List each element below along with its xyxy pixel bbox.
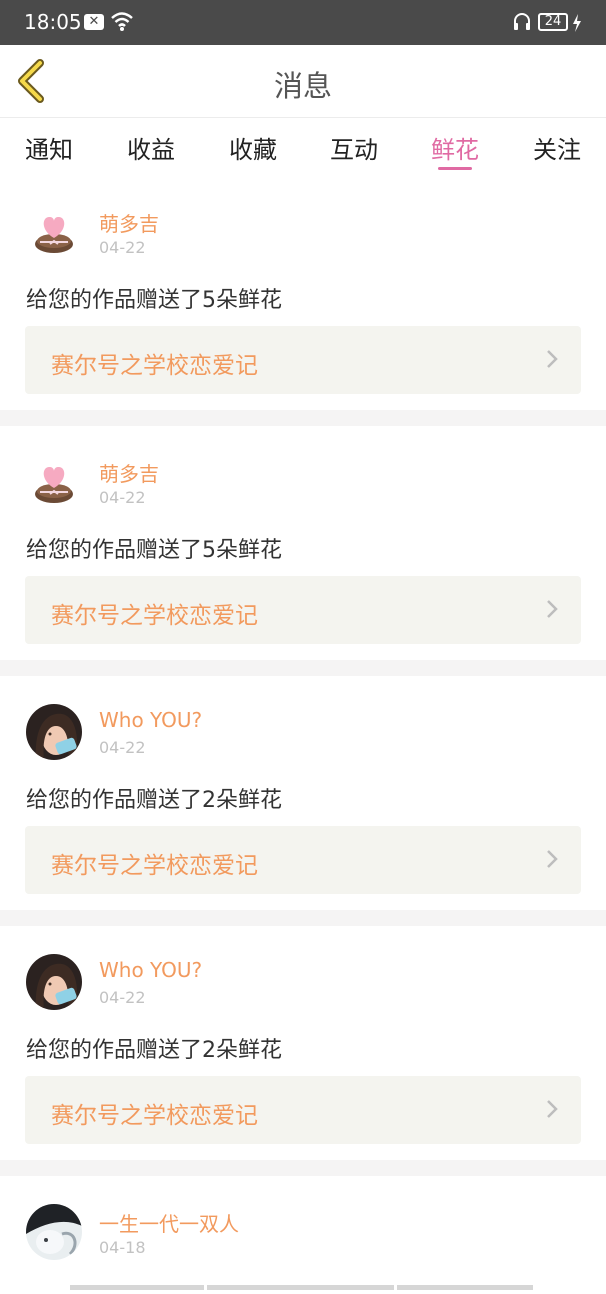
chevron-right-icon: [547, 350, 558, 368]
username[interactable]: 萌多吉: [99, 208, 159, 237]
work-link[interactable]: 赛尔号之学校恋爱记: [25, 1076, 581, 1144]
notification-x-icon: ✕: [84, 14, 104, 30]
battery-icon: 24: [538, 13, 568, 31]
chevron-right-icon: [547, 850, 558, 868]
girl-photo-avatar[interactable]: [26, 704, 82, 760]
charging-bolt-icon: [573, 14, 581, 32]
heart-cake-avatar[interactable]: [26, 454, 82, 510]
tab-flowers[interactable]: 鲜花: [415, 130, 495, 165]
message-card: 一生一代一双人 04-18: [0, 1176, 606, 1280]
tab-interaction[interactable]: 互动: [314, 130, 394, 165]
message-text: 给您的作品赠送了5朵鲜花: [26, 288, 282, 313]
message-card: Who YOU? 04-22 给您的作品赠送了2朵鲜花 赛尔号之学校恋爱记: [0, 676, 606, 910]
chevron-right-icon: [547, 1100, 558, 1118]
tab-notice[interactable]: 通知: [9, 130, 89, 165]
girl-photo-avatar[interactable]: [26, 954, 82, 1010]
active-tab-indicator: [438, 167, 472, 170]
status-time: 18:05: [24, 10, 82, 34]
work-title: 赛尔号之学校恋爱记: [51, 353, 258, 379]
title-bar: 消息: [0, 45, 606, 118]
headphones-icon: [514, 13, 530, 30]
tab-bar: 通知 收益 收藏 互动 鲜花 关注: [0, 118, 606, 176]
message-date: 04-22: [99, 738, 146, 757]
tab-follow[interactable]: 关注: [517, 130, 597, 165]
wifi-icon: [111, 12, 133, 31]
message-text: 给您的作品赠送了2朵鲜花: [26, 1038, 282, 1063]
message-card: 萌多吉 04-22 给您的作品赠送了5朵鲜花 赛尔号之学校恋爱记: [0, 176, 606, 410]
divider: [0, 660, 606, 676]
message-date: 04-22: [99, 988, 146, 1007]
tab-earnings[interactable]: 收益: [111, 130, 191, 165]
anime-avatar[interactable]: [26, 1204, 82, 1260]
username[interactable]: 萌多吉: [99, 458, 159, 487]
work-link[interactable]: 赛尔号之学校恋爱记: [25, 326, 581, 394]
divider: [0, 1160, 606, 1176]
work-title: 赛尔号之学校恋爱记: [51, 853, 258, 879]
message-date: 04-22: [99, 488, 146, 507]
divider: [0, 410, 606, 426]
message-text: 给您的作品赠送了2朵鲜花: [26, 788, 282, 813]
message-card: 萌多吉 04-22 给您的作品赠送了5朵鲜花 赛尔号之学校恋爱记: [0, 426, 606, 660]
message-card: Who YOU? 04-22 给您的作品赠送了2朵鲜花 赛尔号之学校恋爱记: [0, 926, 606, 1160]
work-link[interactable]: 赛尔号之学校恋爱记: [25, 576, 581, 644]
page-title: 消息: [273, 69, 332, 103]
status-bar: 18:05 ✕ 24: [0, 0, 606, 45]
work-title: 赛尔号之学校恋爱记: [51, 603, 258, 629]
message-text: 给您的作品赠送了5朵鲜花: [26, 538, 282, 563]
message-date: 04-22: [99, 238, 146, 257]
work-title: 赛尔号之学校恋爱记: [51, 1103, 258, 1129]
divider: [0, 910, 606, 926]
work-link[interactable]: 赛尔号之学校恋爱记: [25, 826, 581, 894]
username[interactable]: 一生一代一双人: [99, 1208, 239, 1237]
heart-cake-avatar[interactable]: [26, 204, 82, 260]
message-date: 04-18: [99, 1238, 146, 1257]
username[interactable]: Who YOU?: [99, 958, 202, 982]
tab-favorites[interactable]: 收藏: [213, 130, 293, 165]
username[interactable]: Who YOU?: [99, 708, 202, 732]
battery-level: 24: [544, 14, 562, 29]
chevron-right-icon: [547, 600, 558, 618]
scroll-hint-bars: [70, 1275, 536, 1290]
